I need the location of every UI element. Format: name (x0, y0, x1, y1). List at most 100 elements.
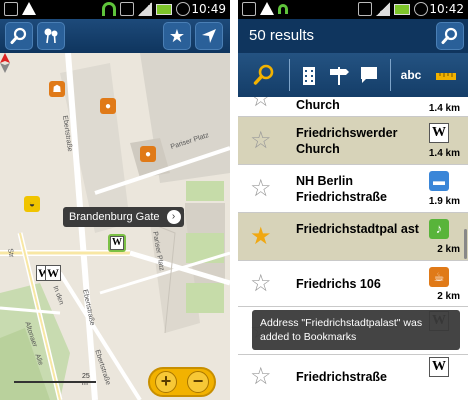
poi-icon: ● (144, 148, 152, 160)
building-icon (303, 67, 315, 85)
result-distance: 1.4 km (428, 148, 460, 159)
toolbar-separator (390, 59, 391, 91)
scale-label: 25 m (82, 373, 90, 387)
warning-icon (22, 2, 36, 15)
notification-icon (242, 2, 256, 16)
star-icon[interactable]: ☆ (250, 129, 272, 153)
status-time: 10:42 (429, 2, 464, 16)
post-horn-icon: ◒ (28, 198, 36, 210)
list-item[interactable]: ☆ Friedrichs 106 ☕ 2 km (238, 261, 468, 307)
filter-toolbar: abc (238, 53, 468, 97)
list-item[interactable]: ★ Friedrichstadtpal ast ♪ 2 km (238, 213, 468, 261)
poi-icon: ☗ (52, 83, 62, 95)
signal-icon (138, 2, 152, 16)
notification-icon (4, 2, 18, 16)
result-distance: 2 km (437, 244, 460, 255)
result-distance: 2 km (437, 291, 460, 302)
list-item[interactable]: ☆ NH Berlin Friedrichstraße ▬ 1.9 km (238, 165, 468, 213)
scrollbar[interactable] (464, 229, 467, 259)
toast-message: Address "Friedrichstadtpalast" was added… (260, 317, 423, 343)
poi-icon: ● (104, 100, 112, 112)
gps-icon (278, 4, 288, 14)
signs-filter-button[interactable] (326, 61, 352, 89)
notes-filter-button[interactable] (358, 61, 380, 89)
signal-icon (376, 2, 390, 16)
warning-icon (260, 2, 274, 15)
map-screen: 10:49 ★ Ebertstraße Pariser Platz Parise… (0, 0, 230, 400)
results-list[interactable]: ☆ Church 1.4 km ☆ Friedrichswerder Churc… (238, 97, 468, 400)
result-name: NH Berlin Friedrichstraße (296, 174, 388, 204)
sort-distance-button[interactable] (434, 61, 458, 89)
poi-marker[interactable]: ● (140, 146, 156, 162)
status-bar: 10:49 (0, 0, 230, 19)
selected-poi-marker[interactable]: W (108, 234, 126, 252)
list-item[interactable]: ☆ Friedrichswerder Church W 1.4 km (238, 117, 468, 165)
wifi-icon (102, 2, 116, 16)
search-button[interactable] (436, 22, 464, 50)
navigation-arrow-icon (202, 29, 216, 43)
star-icon[interactable]: ★ (250, 225, 272, 249)
sync-icon (120, 2, 134, 16)
poi-callout[interactable]: Brandenburg Gate › (63, 207, 184, 227)
results-header: 50 results (238, 19, 468, 53)
wiki-icon: W (429, 357, 449, 377)
search-filter-button[interactable] (250, 61, 278, 89)
status-time: 10:49 (191, 2, 226, 16)
zoom-out-button[interactable]: − (187, 371, 209, 393)
chevron-right-icon[interactable]: › (166, 210, 181, 224)
signpost-icon (330, 67, 349, 85)
wiki-icon[interactable]: W (45, 265, 61, 281)
result-distance: 1.9 km (428, 196, 460, 207)
result-distance: 1.4 km (428, 103, 460, 114)
alarm-icon (176, 2, 190, 16)
star-icon: ★ (168, 25, 186, 46)
result-name: Friedrichstadtpal ast (296, 222, 419, 236)
navigate-button[interactable] (195, 22, 223, 50)
hotel-icon: ▬ (429, 171, 449, 191)
ruler-icon (436, 73, 456, 80)
bookmark-toast: Address "Friedrichstadtpalast" was added… (252, 310, 460, 350)
search-icon (441, 27, 458, 44)
status-bar: 10:42 (238, 0, 468, 19)
list-item[interactable]: ☆ Friedrichstraße W (238, 355, 468, 400)
toolbar-separator (289, 59, 290, 91)
map-toolbar: ★ (0, 19, 230, 53)
search-icon (10, 27, 27, 44)
speech-bubble-icon (361, 67, 377, 83)
wiki-icon: W (110, 236, 124, 250)
result-name: Friedrichs 106 (296, 277, 381, 291)
map-scale: 25 m (14, 373, 96, 387)
search-icon (253, 64, 274, 85)
star-icon[interactable]: ☆ (250, 272, 272, 296)
star-icon[interactable]: ☆ (250, 365, 272, 389)
zoom-in-button[interactable]: + (155, 371, 177, 393)
star-icon[interactable]: ☆ (250, 97, 272, 111)
results-title: 50 results (249, 27, 315, 44)
theater-icon: ♪ (429, 219, 449, 239)
wiki-icon: W (429, 123, 449, 143)
bookmarks-button[interactable]: ★ (163, 22, 191, 50)
cafe-icon: ☕ (429, 267, 449, 287)
result-name: Friedrichstraße (296, 370, 388, 384)
battery-icon (156, 4, 172, 15)
callout-label: Brandenburg Gate (69, 211, 160, 223)
zoom-controls: + − (148, 367, 216, 397)
street-label: Str (6, 248, 15, 259)
map-view[interactable]: Ebertstraße Pariser Platz Pariser Platz … (0, 53, 230, 400)
sort-alpha-button[interactable]: abc (398, 61, 424, 89)
poi-marker[interactable]: ☗ (49, 81, 65, 97)
alarm-icon (414, 2, 428, 16)
result-name: Church (296, 98, 340, 112)
map-pins-icon (44, 28, 58, 44)
search-button[interactable] (5, 22, 33, 50)
poi-marker[interactable]: ● (100, 98, 116, 114)
poi-filter-button[interactable] (37, 22, 65, 50)
result-name: Friedrichswerder Church (296, 126, 398, 156)
list-item[interactable]: ☆ Church 1.4 km (238, 97, 468, 117)
buildings-filter-button[interactable] (298, 61, 320, 89)
compass-icon[interactable] (0, 53, 10, 73)
post-office-marker[interactable]: ◒ (24, 196, 40, 212)
star-icon[interactable]: ☆ (250, 177, 272, 201)
results-screen: 10:42 50 results abc ☆ Church 1.4 km ☆ F… (238, 0, 468, 400)
battery-icon (394, 4, 410, 15)
